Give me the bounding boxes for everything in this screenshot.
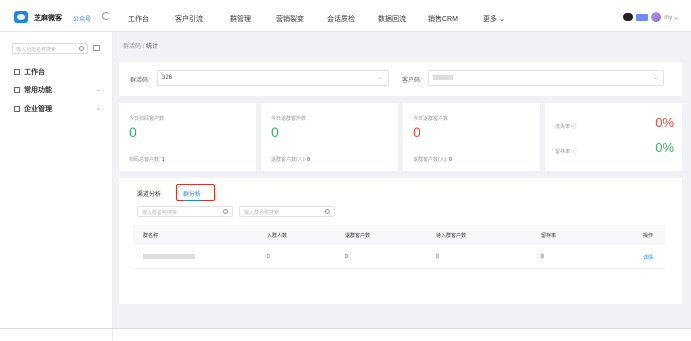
tab-group-analysis[interactable]: 群分析 <box>183 189 202 201</box>
monitor-icon <box>14 69 20 75</box>
stat-card-left-group: 今日退群客户数 0 退群客户数(人): 0 <box>261 103 398 171</box>
bottom-divider <box>0 328 691 329</box>
app-name: 芝麻微客 <box>34 15 62 22</box>
col-joined: 入群人数 <box>267 233 288 239</box>
stat-label: 今日退群客户数 <box>413 116 449 122</box>
sidebar-item-workbench[interactable]: 工作台 <box>14 67 45 77</box>
search-icon[interactable] <box>79 46 84 51</box>
top-bar: 芝麻微客 公众号 工作台 客户引流 群管理 营销裂变 会话质检 数据回流 销售C… <box>0 0 691 32</box>
stat-card-rates: 流失率 ⓘ 0% 留存率 ⓘ 0% <box>545 103 682 171</box>
user-name[interactable]: my ⌄ <box>664 14 679 21</box>
breadcrumb-separator: / <box>142 44 145 50</box>
user-menu[interactable]: my ⌄ <box>623 12 679 22</box>
stat-label: 今日退群客户数 <box>271 116 307 122</box>
stat-value: 0 <box>271 124 279 140</box>
stat-card-scanned: 今日扫码客户数 0 扫码总客户数: 1 <box>119 103 256 171</box>
nav-session-inspection[interactable]: 会话质检 <box>327 14 355 24</box>
sidebar-item-common[interactable]: 常用功能 <box>14 85 52 95</box>
group-code-select[interactable]: 326 ⌄ <box>157 70 389 86</box>
col-left: 退群客户数 <box>345 233 371 239</box>
customer-code-label: 客户码: <box>402 78 422 84</box>
sidebar-item-label: 常用功能 <box>24 87 52 94</box>
stat-value: 0 <box>413 124 421 140</box>
left-cell: 0 <box>345 254 348 260</box>
redacted-value <box>433 75 453 80</box>
stat-foot: 退群客户数(人): 0 <box>413 157 452 163</box>
stat-value: 0 <box>129 124 137 140</box>
churn-rate-value: 0% <box>655 115 674 130</box>
col-retention: 留存率 <box>541 233 557 239</box>
chevron-down-icon[interactable]: ⌄ <box>96 86 101 93</box>
company-logo-icon <box>623 13 634 21</box>
retention-rate-value: 0% <box>655 140 674 155</box>
filter-bar: 群活码: 326 ⌄ 客户码: ⌄ <box>119 62 682 96</box>
retention-cell: 0 <box>541 254 544 260</box>
sidebar-search-placeholder: 输入功能名称搜索 <box>16 47 57 53</box>
account-type-link[interactable]: 公众号 <box>73 14 91 23</box>
breadcrumb-current: 统计 <box>146 44 159 50</box>
retention-rate-label: 留存率 ⓘ <box>555 149 577 155</box>
sidebar: 输入功能名称搜索 工作台 常用功能 ⌄ 企业管理 ⌄ <box>0 32 113 341</box>
stat-label: 今日扫码客户数 <box>129 116 165 122</box>
col-pending: 待入群客户数 <box>436 233 467 239</box>
stat-foot: 退群客户数(人): 0 <box>271 157 310 163</box>
churn-rate-label: 流失率 ⓘ <box>555 124 577 130</box>
pending-cell: 0 <box>436 254 439 260</box>
vip-badge-icon <box>636 13 649 21</box>
nav-marketing[interactable]: 营销裂变 <box>276 14 304 24</box>
sidebar-search-input[interactable]: 输入功能名称搜索 <box>12 43 88 54</box>
grid-icon <box>14 87 20 93</box>
nav-customer-acquisition[interactable]: 客户引流 <box>175 14 203 24</box>
group-name-search-input-2[interactable]: 输入群名称搜索 <box>239 206 335 217</box>
table-row: 0 0 0 0 详情 <box>133 245 665 269</box>
analysis-panel: 渠道分析 群分析 输入群名称搜索 输入群名称搜索 群名称 入群人数 退群客户数 … <box>119 178 682 304</box>
main-content: 群活码 / 统计 群活码: 326 ⌄ 客户码: ⌄ 今日扫码客户数 0 扫码总… <box>113 32 691 328</box>
people-icon <box>14 106 20 112</box>
nav-more[interactable]: 更多 ⌄ <box>483 14 505 24</box>
customer-code-select[interactable]: ⌄ <box>428 70 664 86</box>
search-icon[interactable] <box>223 209 228 214</box>
refresh-icon[interactable] <box>102 12 110 20</box>
chevron-down-icon: ⌄ <box>377 75 383 81</box>
search-placeholder: 输入群名称搜索 <box>244 210 280 216</box>
sidebar-item-label: 工作台 <box>24 69 45 76</box>
sidebar-item-enterprise[interactable]: 企业管理 <box>14 104 52 114</box>
collapse-sidebar-icon[interactable] <box>93 45 100 51</box>
chevron-down-icon[interactable]: ⌄ <box>96 105 101 112</box>
nav-workbench[interactable]: 工作台 <box>128 14 149 24</box>
group-name-cell <box>143 254 195 261</box>
search-icon[interactable] <box>325 209 330 214</box>
table-header: 群名称 入群人数 退群客户数 待入群客户数 留存率 操作 <box>133 225 665 245</box>
avatar[interactable] <box>651 12 662 22</box>
breadcrumb: 群活码 / 统计 <box>123 41 158 50</box>
joined-cell: 0 <box>267 254 270 260</box>
detail-link[interactable]: 详情 <box>643 254 653 261</box>
nav-group-management[interactable]: 群管理 <box>230 14 251 24</box>
search-placeholder: 输入群名称搜索 <box>142 210 178 216</box>
group-code-value: 326 <box>162 75 173 81</box>
redacted-group-name <box>143 254 195 259</box>
nav-sales-crm[interactable]: 销售CRM <box>428 14 458 24</box>
stat-card-left-group-2: 今日退群客户数 0 退群客户数(人): 0 <box>403 103 540 171</box>
col-group-name: 群名称 <box>143 233 159 239</box>
chevron-down-icon: ⌄ <box>652 75 658 81</box>
col-actions: 操作 <box>643 233 654 239</box>
nav-data-return[interactable]: 数据回流 <box>378 14 406 24</box>
breadcrumb-parent[interactable]: 群活码 <box>123 44 141 50</box>
app-logo <box>14 11 28 23</box>
stat-foot: 扫码总客户数: 1 <box>129 157 165 163</box>
group-name-search-input[interactable]: 输入群名称搜索 <box>137 206 233 217</box>
sidebar-item-label: 企业管理 <box>24 106 52 113</box>
tab-channel-analysis[interactable]: 渠道分析 <box>137 189 161 198</box>
group-code-label: 群活码: <box>130 78 150 84</box>
